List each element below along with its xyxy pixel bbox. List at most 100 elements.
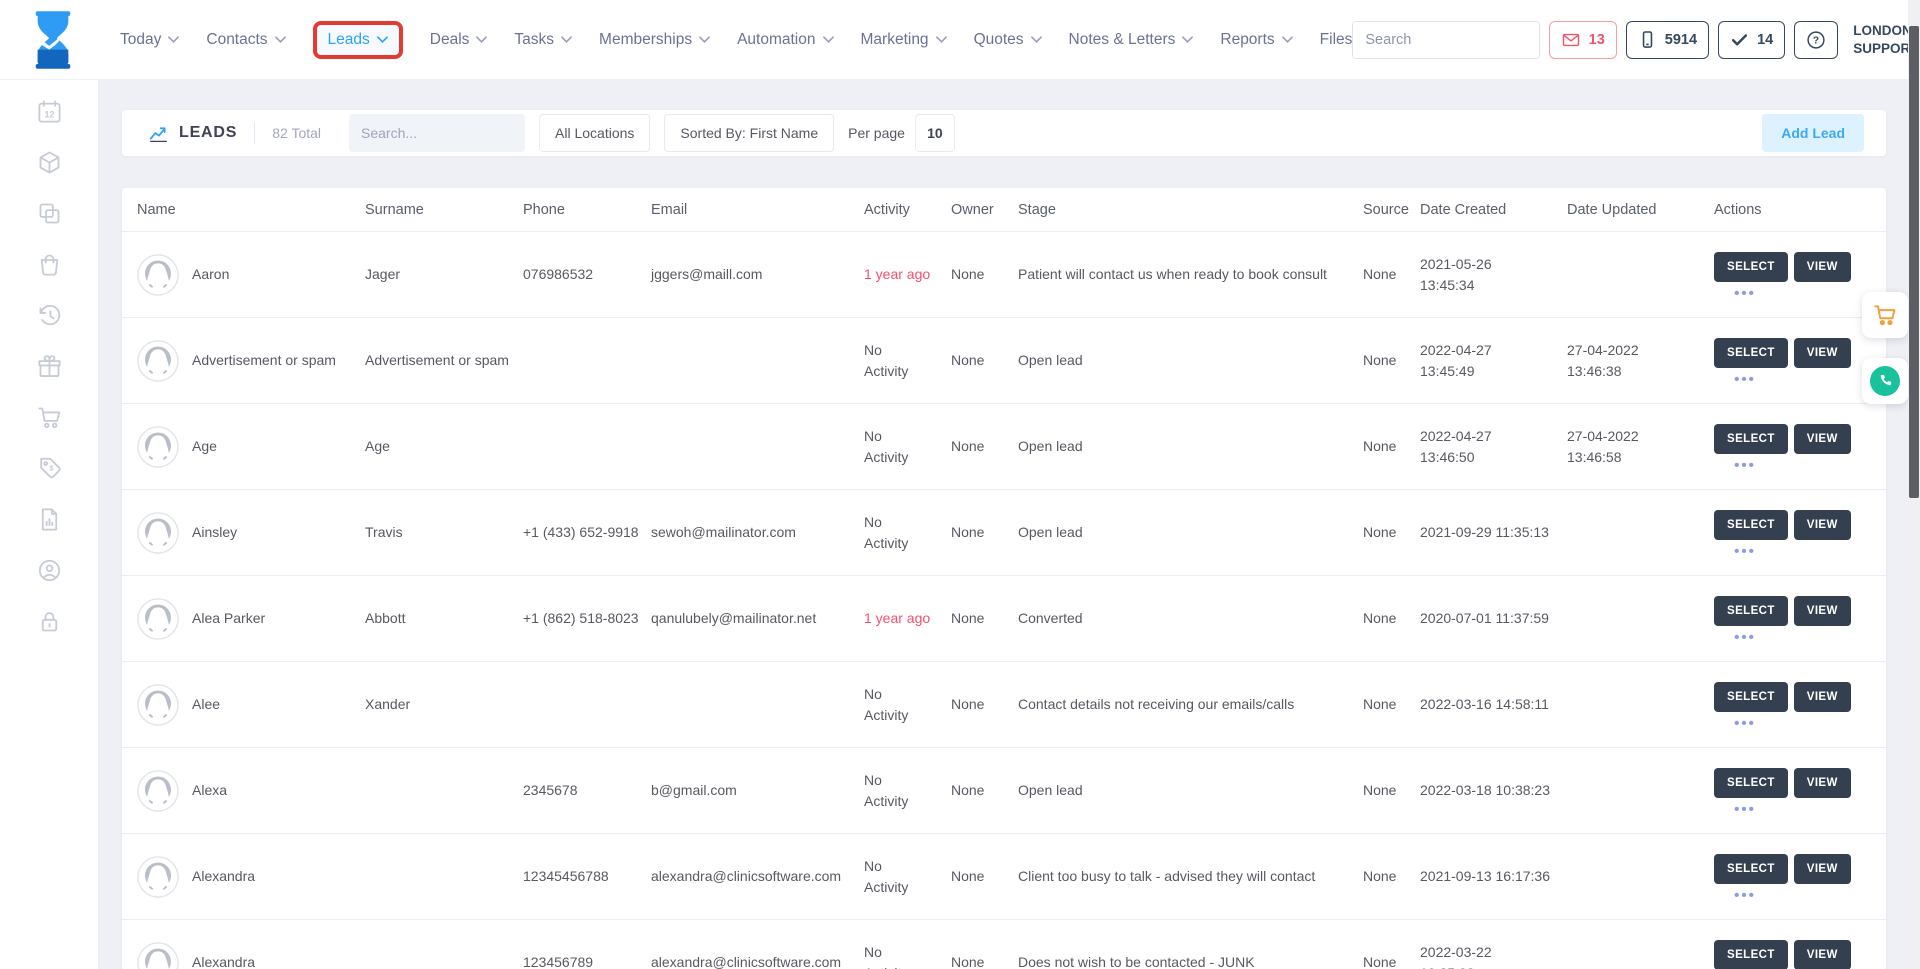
scrollbar-thumb[interactable] (1909, 26, 1919, 498)
mail-badge-button[interactable]: 13 (1549, 21, 1617, 59)
nav-item-notes-letters[interactable]: Notes & Letters (1069, 22, 1194, 58)
lead-phone (523, 437, 651, 457)
calls-badge-button[interactable]: 5914 (1626, 21, 1709, 59)
lead-date-updated (1567, 695, 1714, 715)
report-icon[interactable] (36, 506, 63, 533)
app-logo[interactable] (30, 11, 76, 69)
view-button[interactable]: VIEW (1794, 940, 1851, 969)
table-row[interactable]: Ainsley Travis +1 (433) 652-9918 sewoh@m… (122, 490, 1886, 576)
column-header: Phone (523, 202, 651, 218)
lead-name: Age (192, 436, 217, 456)
more-actions-button[interactable]: ••• (1714, 549, 1776, 555)
global-search-input[interactable] (1353, 22, 1539, 58)
nav-item-marketing[interactable]: Marketing (861, 22, 947, 58)
lead-stage: Open lead (1018, 426, 1363, 466)
select-button[interactable]: SELECT (1714, 596, 1788, 626)
nav-item-deals[interactable]: Deals (430, 22, 488, 58)
view-button[interactable]: VIEW (1794, 338, 1851, 368)
view-button[interactable]: VIEW (1794, 768, 1851, 798)
select-button[interactable]: SELECT (1714, 338, 1788, 368)
location-filter[interactable]: All Locations (539, 114, 650, 152)
lead-source: None (1363, 684, 1420, 724)
more-actions-button[interactable]: ••• (1714, 291, 1776, 297)
nav-item-contacts[interactable]: Contacts (206, 22, 285, 58)
help-button[interactable]: ? (1794, 21, 1838, 59)
table-row[interactable]: Alexandra 123456789 alexandra@clinicsoft… (122, 920, 1886, 969)
copy-icon[interactable] (36, 200, 63, 227)
price-tag-icon[interactable]: $ (36, 455, 63, 482)
table-row[interactable]: Alea Parker Abbott +1 (862) 518-8023 qan… (122, 576, 1886, 662)
table-row[interactable]: Alexa 2345678 b@gmail.com No Activity No… (122, 748, 1886, 834)
shopping-bag-icon[interactable] (36, 251, 63, 278)
lead-activity: No Activity (864, 330, 951, 391)
table-row[interactable]: Age Age No Activity None Open lead None … (122, 404, 1886, 490)
select-button[interactable]: SELECT (1714, 682, 1788, 712)
history-icon[interactable] (36, 302, 63, 329)
nav-item-today[interactable]: Today (120, 22, 179, 58)
select-button[interactable]: SELECT (1714, 424, 1788, 454)
lead-owner: None (951, 770, 1018, 810)
sort-filter[interactable]: Sorted By: First Name (664, 114, 834, 152)
select-button[interactable]: SELECT (1714, 768, 1788, 798)
lead-surname (365, 867, 523, 887)
table-row[interactable]: Advertisement or spam Advertisement or s… (122, 318, 1886, 404)
view-button[interactable]: VIEW (1794, 510, 1851, 540)
lead-activity: No Activity (864, 416, 951, 477)
nav-item-memberships[interactable]: Memberships (599, 22, 710, 58)
lead-phone: 076986532 (523, 254, 651, 294)
svg-text:$: $ (49, 464, 53, 473)
lead-owner: None (951, 512, 1018, 552)
lead-date-updated (1567, 953, 1714, 969)
main-content: LEADS 82 Total All Locations Sorted By: … (98, 80, 1910, 969)
table-row[interactable]: Alee Xander No Activity None Contact det… (122, 662, 1886, 748)
package-icon[interactable] (36, 149, 63, 176)
table-row[interactable]: Alexandra 12345456788 alexandra@clinicso… (122, 834, 1886, 920)
nav-item-quotes[interactable]: Quotes (974, 22, 1042, 58)
more-actions-button[interactable]: ••• (1714, 893, 1776, 899)
nav-item-leads[interactable]: Leads (313, 21, 403, 59)
top-bar: Today Contacts Leads Deals Tasks Members… (0, 0, 1920, 80)
view-button[interactable]: VIEW (1794, 682, 1851, 712)
chevron-down-icon (168, 36, 179, 43)
select-button[interactable]: SELECT (1714, 940, 1788, 969)
more-actions-button[interactable]: ••• (1714, 377, 1776, 383)
lead-surname (365, 781, 523, 801)
select-button[interactable]: SELECT (1714, 854, 1788, 884)
lead-date-updated (1567, 781, 1714, 801)
view-button[interactable]: VIEW (1794, 424, 1851, 454)
more-actions-button[interactable]: ••• (1714, 807, 1776, 813)
floating-cart-button[interactable] (1862, 292, 1908, 338)
nav-item-label: Marketing (861, 31, 929, 49)
phone-icon (1870, 366, 1900, 396)
lead-stage: Converted (1018, 598, 1363, 638)
scrollbar[interactable] (1908, 0, 1920, 969)
lock-icon[interactable] (36, 608, 63, 635)
more-actions-button[interactable]: ••• (1714, 463, 1776, 469)
leads-search (349, 114, 525, 152)
calls-count: 5914 (1665, 32, 1697, 48)
view-button[interactable]: VIEW (1794, 252, 1851, 282)
select-button[interactable]: SELECT (1714, 252, 1788, 282)
view-button[interactable]: VIEW (1794, 854, 1851, 884)
nav-item-reports[interactable]: Reports (1220, 22, 1292, 58)
tasks-badge-button[interactable]: 14 (1718, 21, 1785, 59)
nav-item-files[interactable]: Files (1320, 22, 1353, 58)
lead-phone (523, 695, 651, 715)
leads-search-input[interactable] (361, 125, 542, 141)
gift-icon[interactable] (36, 353, 63, 380)
nav-item-automation[interactable]: Automation (737, 22, 833, 58)
calendar-icon[interactable]: 12 (36, 98, 63, 125)
nav-item-label: Leads (328, 31, 370, 49)
lead-source: None (1363, 340, 1420, 380)
per-page-input[interactable] (915, 114, 955, 152)
select-button[interactable]: SELECT (1714, 510, 1788, 540)
table-row[interactable]: Aaron Jager 076986532 jggers@maill.com 1… (122, 232, 1886, 318)
view-button[interactable]: VIEW (1794, 596, 1851, 626)
add-lead-button[interactable]: Add Lead (1762, 114, 1864, 152)
nav-item-tasks[interactable]: Tasks (514, 22, 572, 58)
cart-icon[interactable] (36, 404, 63, 431)
account-icon[interactable] (36, 557, 63, 584)
more-actions-button[interactable]: ••• (1714, 635, 1776, 641)
floating-phone-button[interactable] (1862, 358, 1908, 404)
more-actions-button[interactable]: ••• (1714, 721, 1776, 727)
